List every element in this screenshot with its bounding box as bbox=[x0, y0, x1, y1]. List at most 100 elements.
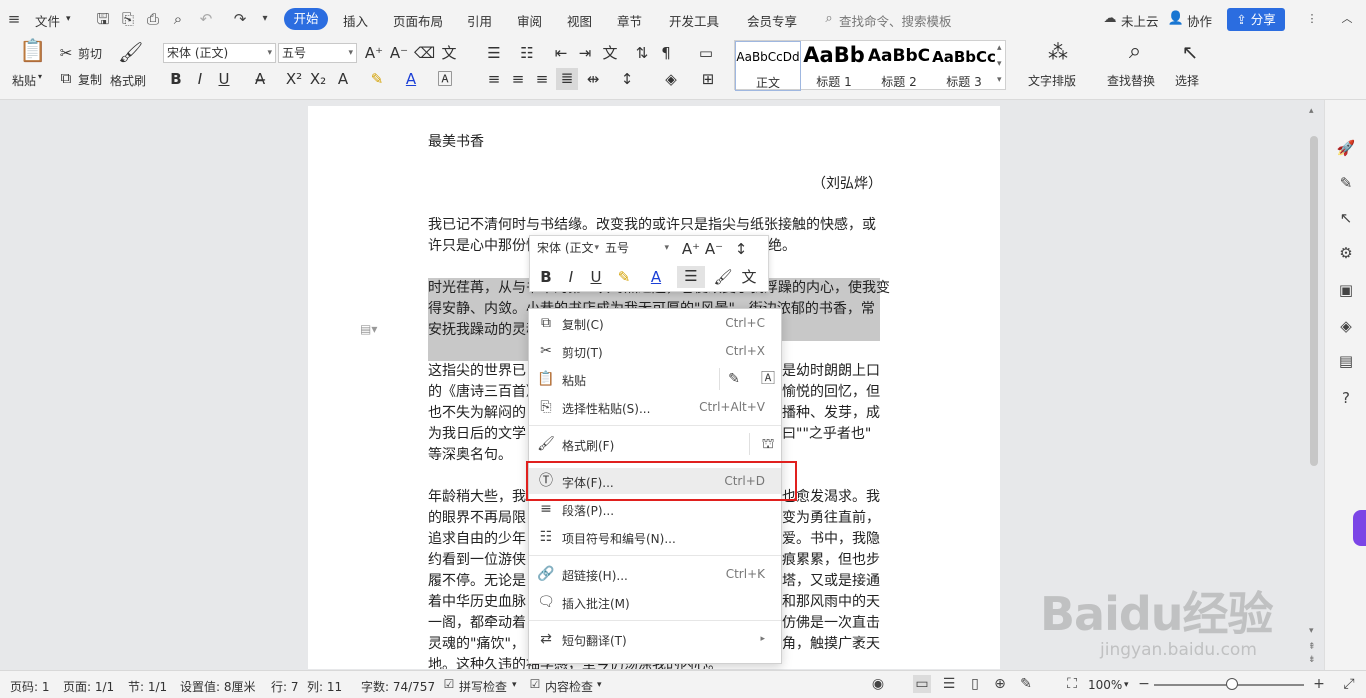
shading-icon[interactable]: ◈ bbox=[661, 69, 681, 89]
print-icon[interactable]: ⎙ bbox=[143, 9, 163, 29]
paragraph-4-left-1[interactable]: 年龄稍大些，我 bbox=[428, 487, 526, 508]
borders-icon[interactable]: ⊞ bbox=[698, 69, 718, 89]
gallery-scroll-up-icon[interactable]: ▴ bbox=[997, 43, 1002, 53]
collapse-ribbon-icon[interactable]: ︿ bbox=[1337, 9, 1357, 29]
status-setting[interactable]: 设置值: 8厘米 bbox=[180, 678, 256, 695]
grow-font-icon[interactable]: A⁺ bbox=[681, 239, 701, 259]
copy-icon[interactable]: ⧉ bbox=[56, 68, 76, 88]
hamburger-icon[interactable]: ≡ bbox=[4, 9, 24, 29]
select-cursor-icon[interactable]: ↖ bbox=[1177, 42, 1203, 68]
more-icon[interactable]: ⋮ bbox=[1302, 9, 1322, 29]
tab-insert[interactable]: 插入 bbox=[343, 11, 368, 30]
paragraph-3-right-3[interactable]: 播种、发芽，成 bbox=[782, 403, 880, 424]
paragraph-4-right-5[interactable]: 塔，又或是接通 bbox=[782, 571, 880, 592]
format-painter-button[interactable]: 格式刷 bbox=[110, 72, 146, 89]
mini-size-select[interactable]: 五号 ▾ bbox=[602, 239, 672, 259]
paragraph-3-left-3[interactable]: 也不失为解闷的 bbox=[428, 403, 526, 424]
zoom-level[interactable]: 100% bbox=[1088, 678, 1122, 692]
fullscreen-icon[interactable]: ⤢ bbox=[1340, 675, 1358, 693]
align-center-icon[interactable]: ≡ bbox=[508, 69, 528, 89]
writing-mode-icon[interactable]: ✎ bbox=[1017, 675, 1035, 693]
paragraph-4-right-8[interactable]: 角，触摸广袤天 bbox=[782, 634, 880, 655]
find-replace-button[interactable]: 查找替换 bbox=[1107, 72, 1155, 89]
compass-icon[interactable]: ◈ bbox=[1336, 316, 1356, 336]
status-section[interactable]: 节: 1/1 bbox=[128, 678, 167, 695]
highlight-icon[interactable]: ✎ bbox=[367, 69, 387, 89]
cloud-status[interactable]: 未上云 bbox=[1121, 11, 1159, 30]
content-check-button[interactable]: 内容检查 bbox=[545, 678, 593, 695]
menu-item-paste-special[interactable]: ⎘ 选择性粘贴(S)... Ctrl+Alt+V bbox=[529, 394, 781, 420]
paragraph-1-tail[interactable]: 绝。 bbox=[768, 236, 796, 257]
chevron-down-icon[interactable]: ▾ bbox=[1124, 680, 1129, 690]
font-color-icon[interactable]: A bbox=[401, 69, 421, 89]
align-icon[interactable]: ☰ bbox=[677, 266, 705, 288]
distribute-icon[interactable]: ⇹ bbox=[583, 69, 603, 89]
doc-title[interactable]: 最美书香 bbox=[428, 132, 484, 153]
gallery-scroll-down-icon[interactable]: ▾ bbox=[997, 59, 1002, 69]
pinyin-icon[interactable]: 文 bbox=[739, 267, 759, 287]
export-pdf-icon[interactable]: ⎘ bbox=[118, 9, 138, 29]
scroll-up-icon[interactable]: ▴ bbox=[1309, 106, 1314, 116]
pinyin-icon[interactable]: 文 bbox=[439, 43, 459, 63]
fit-page-icon[interactable]: ⛶ bbox=[1063, 675, 1081, 693]
style-heading-2[interactable]: AaBbC 标题 2 bbox=[867, 41, 931, 91]
shrink-font-icon[interactable]: A⁻ bbox=[389, 43, 409, 63]
numbered-list-icon[interactable]: ☷ bbox=[517, 43, 537, 63]
bullet-list-icon[interactable]: ☰ bbox=[484, 43, 504, 63]
paragraph-4-left-8[interactable]: 灵魂的"痛饮"， bbox=[428, 634, 525, 655]
undo-icon[interactable]: ↶ bbox=[196, 9, 216, 29]
tab-chapter[interactable]: 章节 bbox=[617, 11, 642, 30]
style-heading-1[interactable]: AaBb 标题 1 bbox=[802, 41, 866, 91]
font-color-icon[interactable]: A bbox=[646, 267, 666, 287]
reading-view-icon[interactable]: ▯ bbox=[966, 675, 984, 693]
doc-author[interactable]: （刘弘烨） bbox=[812, 174, 882, 195]
paragraph-3-left-2[interactable]: 的《唐诗三百首》 bbox=[428, 382, 540, 403]
paste-keep-format-icon[interactable]: ✎ bbox=[725, 370, 743, 388]
print-preview-icon[interactable]: ⌕ bbox=[168, 9, 188, 29]
tab-references[interactable]: 引用 bbox=[467, 11, 492, 30]
grow-font-icon[interactable]: A⁺ bbox=[364, 43, 384, 63]
paragraph-3-left-1[interactable]: 这指尖的世界已 bbox=[428, 361, 526, 382]
sliders-icon[interactable]: ⚙ bbox=[1336, 243, 1356, 263]
status-pages[interactable]: 页面: 1/1 bbox=[63, 678, 114, 695]
copy-button[interactable]: 复制 bbox=[78, 71, 102, 88]
menu-item-bullets[interactable]: ☷ 项目符号和编号(N)... bbox=[529, 524, 781, 550]
tab-page-layout[interactable]: 页面布局 bbox=[393, 11, 443, 30]
paragraph-3-right-2[interactable]: 愉悦的回忆，但 bbox=[782, 382, 880, 403]
paragraph-4-left-3[interactable]: 追求自由的少年 bbox=[428, 529, 526, 550]
menu-item-format-painter[interactable]: 🖌 格式刷(F) ⛫ bbox=[529, 431, 781, 457]
scroll-thumb[interactable] bbox=[1310, 136, 1318, 466]
status-column[interactable]: 列: 11 bbox=[307, 678, 342, 695]
char-border-icon[interactable]: 🄰 bbox=[435, 69, 455, 89]
clear-format-icon[interactable]: ⌫ bbox=[414, 43, 435, 63]
style-heading-3[interactable]: AaBbCc 标题 3 bbox=[932, 41, 996, 91]
assistant-icon[interactable] bbox=[1353, 510, 1366, 546]
paragraph-1-line-2[interactable]: 许只是心中那份憧 bbox=[428, 236, 540, 257]
strikethrough-icon[interactable]: A̶ bbox=[250, 69, 270, 89]
paragraph-4-left-2[interactable]: 的眼界不再局限 bbox=[428, 508, 526, 529]
underline-icon[interactable]: U bbox=[214, 69, 234, 89]
format-painter-icon[interactable]: 🖌 bbox=[713, 267, 733, 287]
status-page-number[interactable]: 页码: 1 bbox=[10, 678, 50, 695]
menu-item-translate[interactable]: ⇄ 短句翻译(T) ▸ bbox=[529, 626, 781, 652]
tab-developer[interactable]: 开发工具 bbox=[669, 11, 719, 30]
decrease-indent-icon[interactable]: ⇤ bbox=[551, 43, 571, 63]
line-spacing-icon[interactable]: ↕ bbox=[617, 69, 637, 89]
chevron-down-icon[interactable]: ▾ bbox=[66, 14, 71, 24]
style-normal[interactable]: AaBbCcDd 正文 bbox=[735, 41, 801, 91]
sort-icon[interactable]: ⇅ bbox=[632, 43, 652, 63]
status-word-count[interactable]: 字数: 74/757 bbox=[361, 678, 435, 695]
quick-access-more-icon[interactable]: ▾ bbox=[255, 9, 275, 29]
chevron-down-icon[interactable]: ▾ bbox=[597, 680, 602, 690]
italic-icon[interactable]: I bbox=[561, 267, 581, 287]
font-size-select[interactable]: 五号 ▾ bbox=[278, 43, 357, 63]
tab-view[interactable]: 视图 bbox=[567, 11, 592, 30]
bold-icon[interactable]: B bbox=[166, 69, 186, 89]
bold-icon[interactable]: B bbox=[536, 267, 556, 287]
tab-membership[interactable]: 会员专享 bbox=[747, 11, 797, 30]
image-icon[interactable]: ▣ bbox=[1336, 280, 1356, 300]
cut-button[interactable]: 剪切 bbox=[78, 45, 102, 62]
outline-view-icon[interactable]: ☰ bbox=[940, 675, 958, 693]
text-effect-icon[interactable]: A bbox=[333, 69, 353, 89]
gallery-more-icon[interactable]: ▾ bbox=[997, 75, 1002, 85]
